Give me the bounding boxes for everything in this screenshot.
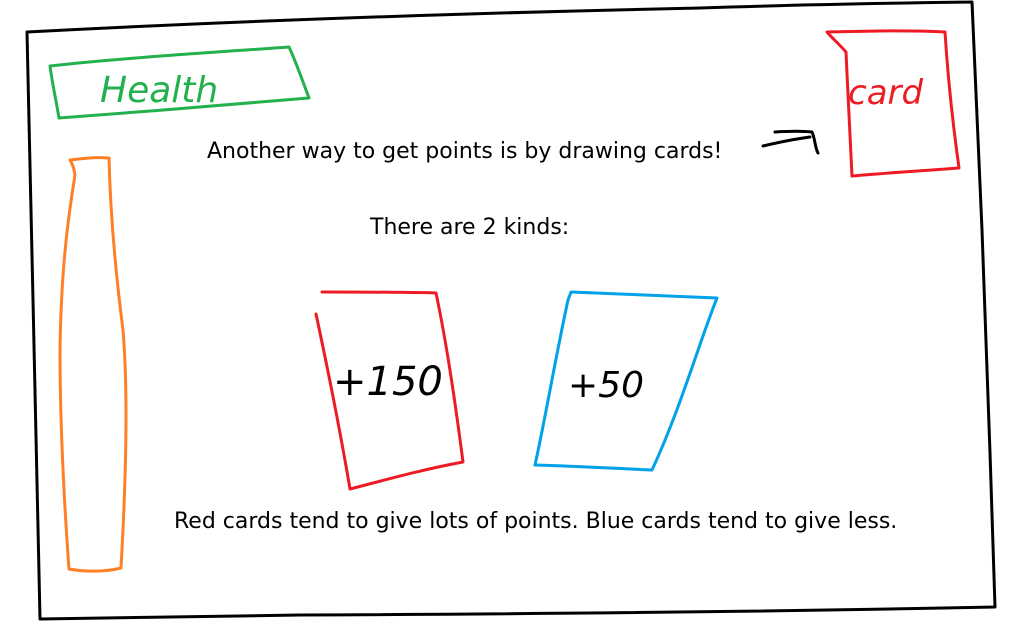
tutorial-scene: Health card Another way to get points is… <box>25 0 997 621</box>
health-bar <box>58 156 128 573</box>
deck-card[interactable]: card <box>825 29 961 178</box>
health-label-text: Health <box>100 70 218 111</box>
instruction-line-1: Another way to get points is by drawing … <box>207 139 722 164</box>
deck-card-label: card <box>848 73 924 113</box>
blue-card[interactable]: +50 <box>533 290 719 472</box>
health-label: Health <box>48 45 311 120</box>
red-card-value: +150 <box>333 359 443 405</box>
arrow-right-icon <box>761 129 820 155</box>
instruction-line-3: Red cards tend to give lots of points. B… <box>174 509 897 534</box>
blue-card-value: +50 <box>568 365 644 406</box>
instruction-line-2: There are 2 kinds: <box>369 215 569 240</box>
red-card[interactable]: +150 <box>314 290 465 491</box>
